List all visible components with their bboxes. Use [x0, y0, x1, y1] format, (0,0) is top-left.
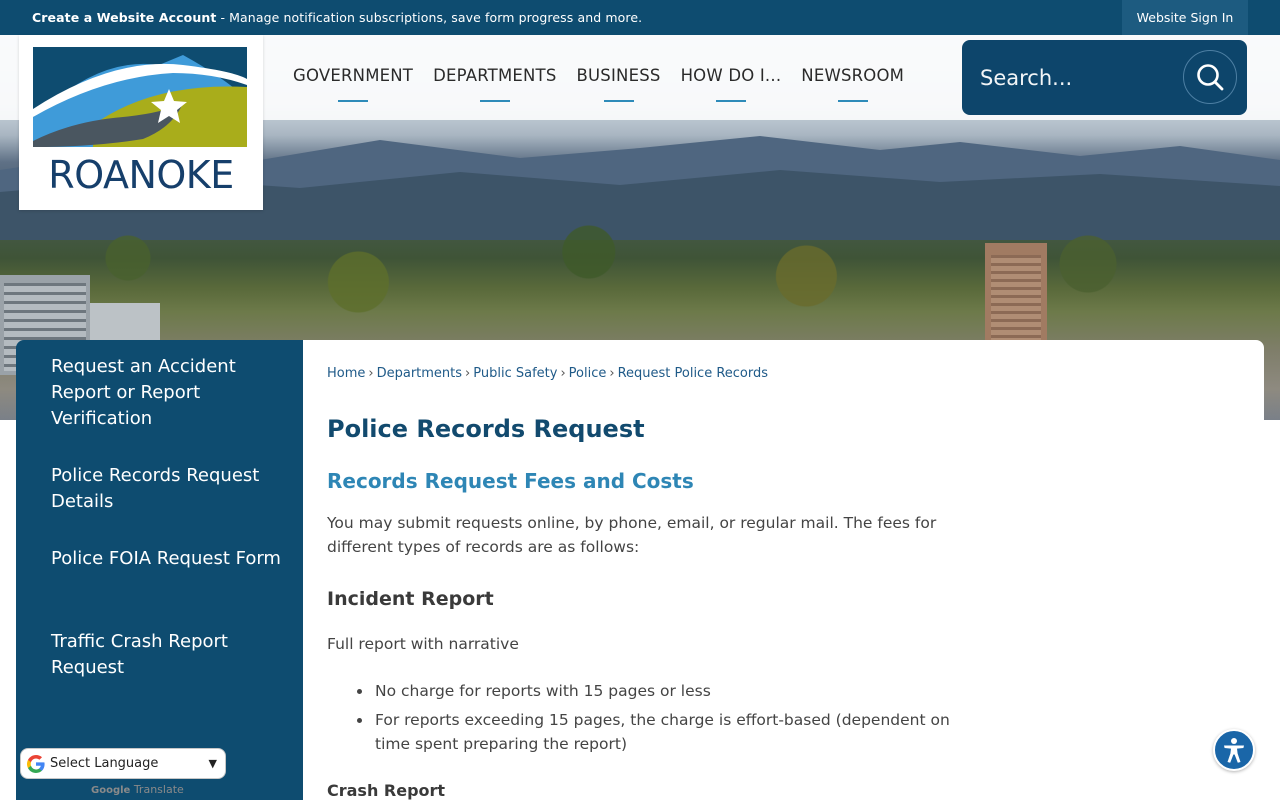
language-select[interactable]: Select Language ▼ — [20, 748, 226, 779]
search-input[interactable] — [980, 58, 1170, 98]
search-icon — [1197, 64, 1224, 91]
list-item: For reports exceeding 15 pages, the char… — [351, 708, 951, 756]
nav-departments[interactable]: DEPARTMENTS — [423, 66, 566, 102]
nav-underline — [715, 100, 746, 102]
website-sign-in-button[interactable]: Website Sign In — [1122, 0, 1248, 35]
nav-newsroom[interactable]: NEWSROOM — [791, 66, 914, 102]
language-select-label: Select Language — [50, 756, 159, 771]
accessibility-button[interactable] — [1213, 729, 1255, 771]
incident-report-subtext: Full report with narrative — [327, 635, 519, 653]
crash-report-heading: Crash Report — [327, 781, 446, 800]
breadcrumb-request-police-records[interactable]: Request Police Records — [618, 366, 768, 381]
breadcrumb-separator: › — [465, 366, 471, 381]
accessibility-icon — [1224, 738, 1244, 763]
page-title: Police Records Request — [327, 415, 645, 443]
breadcrumb: Home › Departments › Public Safety › Police › Re… — [327, 366, 768, 381]
sidebar-link-accident-report[interactable]: Request an Accident Report or Report Ver… — [51, 354, 281, 432]
building-right — [985, 243, 1047, 353]
logo-wordmark: ROANOKE — [48, 153, 234, 197]
nav-business[interactable]: BUSINESS — [567, 66, 671, 102]
list-item: No charge for reports with 15 pages or l… — [351, 679, 951, 703]
intro-paragraph: You may submit requests online, by phone… — [327, 514, 937, 556]
breadcrumb-home[interactable]: Home — [327, 366, 365, 381]
breadcrumb-departments[interactable]: Departments — [377, 366, 462, 381]
nav-underline — [837, 100, 868, 102]
logo-mark-icon — [33, 47, 247, 147]
powered-by-google: Google Translate — [91, 783, 184, 796]
create-account-link[interactable]: Create a Website Account - Manage notifi… — [32, 10, 642, 25]
nav-underline — [603, 100, 634, 102]
sidebar-link-crash-report[interactable]: Traffic Crash Report Request — [51, 629, 281, 681]
main-content: Home › Departments › Public Safety › Police › Re… — [303, 340, 1264, 800]
breadcrumb-police[interactable]: Police — [569, 366, 607, 381]
chevron-down-icon: ▼ — [208, 757, 217, 770]
account-bar: Create a Website Account - Manage notifi… — [0, 0, 1280, 35]
nav-underline — [479, 100, 510, 102]
sidebar-link-foia-form[interactable]: Police FOIA Request Form — [51, 546, 281, 572]
nav-how-do-i[interactable]: HOW DO I... — [671, 66, 792, 102]
google-g-icon — [27, 754, 45, 773]
nav-underline — [338, 100, 369, 102]
search-button[interactable] — [1183, 50, 1237, 104]
breadcrumb-separator: › — [609, 366, 615, 381]
incident-fee-list: No charge for reports with 15 pages or l… — [351, 679, 951, 761]
trees-area — [0, 210, 1280, 330]
sidebar-link-records-details[interactable]: Police Records Request Details — [51, 463, 281, 515]
nav-government[interactable]: GOVERNMENT — [283, 66, 423, 102]
roanoke-logo[interactable]: ROANOKE — [19, 35, 263, 210]
incident-report-heading: Incident Report — [327, 588, 494, 610]
main-nav: GOVERNMENT DEPARTMENTS BUSINESS HOW DO I… — [283, 66, 914, 106]
breadcrumb-separator: › — [368, 366, 374, 381]
section-heading-fees: Records Request Fees and Costs — [327, 469, 694, 493]
breadcrumb-separator: › — [560, 366, 566, 381]
search-box — [962, 40, 1247, 115]
sidebar: Request an Accident Report or Report Ver… — [16, 340, 303, 800]
breadcrumb-public-safety[interactable]: Public Safety — [473, 366, 557, 381]
